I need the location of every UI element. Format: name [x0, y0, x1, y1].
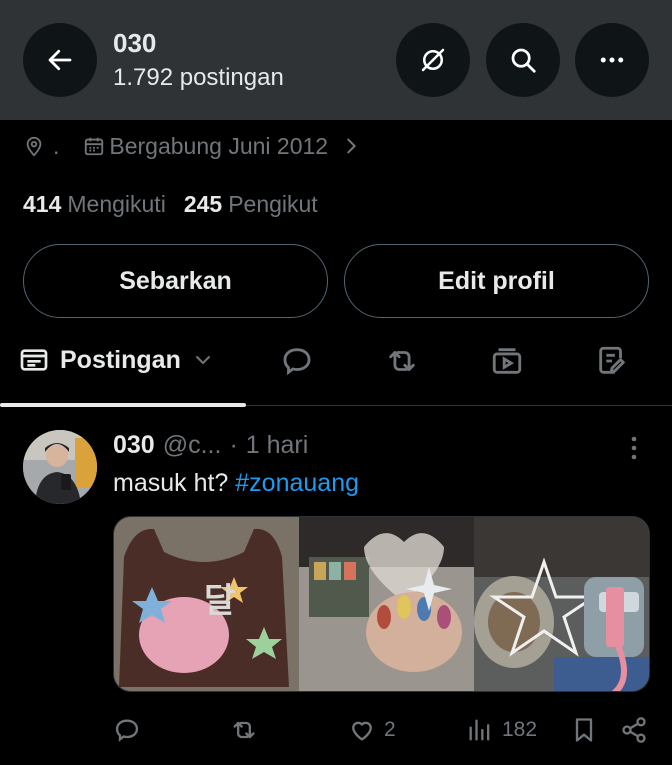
- search-button[interactable]: [486, 23, 560, 97]
- location-text: .: [53, 132, 60, 159]
- profile-meta: . Bergabung Juni 2012: [23, 130, 362, 162]
- views-chart-icon: [469, 719, 490, 741]
- view-count: 182: [502, 718, 538, 741]
- post-text: masuk ht? #zonauang: [113, 469, 359, 498]
- followers-count[interactable]: 245: [184, 191, 222, 218]
- bookmark-icon: [575, 718, 593, 742]
- more-button[interactable]: [575, 23, 649, 97]
- views-button[interactable]: 182: [466, 716, 537, 744]
- arrow-left-icon: [48, 49, 72, 71]
- post-media-image[interactable]: 달: [113, 516, 650, 692]
- post-header: 030 @c... · 1 hari: [113, 431, 308, 460]
- avatar-photo: [23, 430, 97, 504]
- post-author-handle[interactable]: @c...: [163, 431, 222, 460]
- avatar[interactable]: [23, 430, 97, 504]
- more-vertical-icon: [631, 436, 637, 460]
- follow-stats: 414 Mengikuti 245 Pengikut: [23, 191, 330, 218]
- bookmark-button[interactable]: [570, 716, 598, 744]
- svg-text:달: 달: [204, 581, 235, 621]
- tab-articles[interactable]: [595, 344, 629, 378]
- profile-tabs: Postingan: [0, 330, 672, 407]
- grok-icon: [421, 48, 445, 72]
- page-title: 030: [113, 28, 157, 58]
- tab-media[interactable]: [490, 344, 524, 378]
- search-icon: [511, 48, 536, 73]
- post-time[interactable]: 1 hari: [246, 431, 309, 460]
- post-more-button[interactable]: [624, 434, 644, 462]
- repost-icon: [389, 351, 415, 371]
- joined-date: Bergabung Juni 2012: [109, 132, 329, 159]
- article-edit-icon: [599, 346, 625, 374]
- repost-icon: [233, 721, 255, 739]
- edit-profile-button[interactable]: Edit profil: [344, 244, 649, 318]
- repost-button[interactable]: [230, 716, 258, 744]
- posts-icon: [20, 349, 48, 371]
- reply-icon: [115, 719, 139, 742]
- video-icon: [492, 348, 522, 374]
- post-body: masuk ht?: [113, 469, 236, 497]
- calendar-icon: [85, 137, 104, 156]
- chevron-right-icon[interactable]: [340, 135, 362, 157]
- post-count: 1.792 postingan: [113, 64, 284, 91]
- tab-posts[interactable]: Postingan: [18, 344, 215, 376]
- share-icon: [622, 717, 646, 743]
- like-count: 2: [384, 718, 396, 741]
- reply-button[interactable]: [113, 716, 141, 744]
- share-profile-button[interactable]: Sebarkan: [23, 244, 328, 318]
- profile-header: 030 1.792 postingan: [0, 0, 672, 120]
- location-pin-icon: [26, 136, 42, 157]
- back-button[interactable]: [23, 23, 97, 97]
- reply-bubble-icon: [283, 348, 311, 376]
- tab-posts-label: Postingan: [60, 345, 181, 374]
- collage-image: 달: [114, 517, 649, 691]
- followers-label[interactable]: Pengikut: [228, 191, 318, 218]
- post-author-name[interactable]: 030: [113, 431, 155, 460]
- share-button[interactable]: [620, 716, 648, 744]
- more-horizontal-icon: [600, 57, 624, 63]
- heart-icon: [352, 721, 372, 741]
- active-tab-indicator: [0, 403, 246, 407]
- chevron-down-icon: [195, 356, 210, 365]
- tab-reposts[interactable]: [385, 344, 419, 378]
- following-count[interactable]: 414: [23, 191, 61, 218]
- like-button[interactable]: 2: [348, 716, 396, 744]
- following-label[interactable]: Mengikuti: [67, 191, 165, 218]
- post-hashtag[interactable]: #zonauang: [235, 469, 359, 497]
- grok-button[interactable]: [396, 23, 470, 97]
- post-separator: ·: [229, 431, 238, 459]
- tab-replies[interactable]: [280, 344, 314, 378]
- post-actions: 2 182: [0, 712, 672, 752]
